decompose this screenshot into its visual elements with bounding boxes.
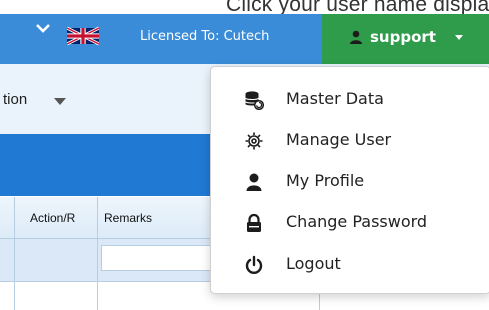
menu-item-label: Manage User [286, 130, 392, 149]
menu-item-logout[interactable]: Logout [211, 244, 489, 284]
database-icon [245, 91, 264, 110]
user-icon [246, 173, 262, 191]
menu-item-label: Master Data [286, 89, 384, 108]
remarks-filter-input[interactable] [101, 245, 211, 271]
instruction-caption: Click your user name displayed on [0, 0, 489, 15]
nav-caret-icon[interactable] [54, 98, 66, 105]
chevron-down-icon[interactable] [36, 23, 50, 33]
power-icon [245, 255, 263, 274]
column-header-remarks[interactable]: Remarks [104, 211, 152, 225]
nav-menu-label[interactable]: tion [3, 91, 27, 108]
menu-item-label: My Profile [286, 171, 365, 190]
licensed-to-text: Licensed To: Cutech [140, 29, 270, 44]
uk-flag-icon[interactable] [67, 26, 99, 46]
caret-down-icon [455, 35, 463, 40]
menu-item-change-password[interactable]: Change Password [211, 202, 489, 242]
user-icon [350, 30, 362, 44]
column-divider [14, 197, 15, 310]
menu-item-label: Logout [286, 254, 341, 273]
menu-item-master-data[interactable]: Master Data [211, 79, 489, 119]
menu-item-label: Change Password [286, 212, 428, 231]
column-header-action[interactable]: Action/R [30, 211, 75, 225]
caption-text: Click your user name displayed on [226, 0, 489, 15]
lock-icon [247, 213, 261, 232]
user-name-label[interactable]: support [370, 28, 436, 46]
gear-icon [245, 132, 263, 150]
column-divider [97, 197, 98, 310]
menu-item-manage-user[interactable]: Manage User [211, 120, 489, 160]
menu-item-my-profile[interactable]: My Profile [211, 161, 489, 201]
user-dropdown-menu: Master Data Manage User My Profile Chang… [210, 66, 489, 294]
